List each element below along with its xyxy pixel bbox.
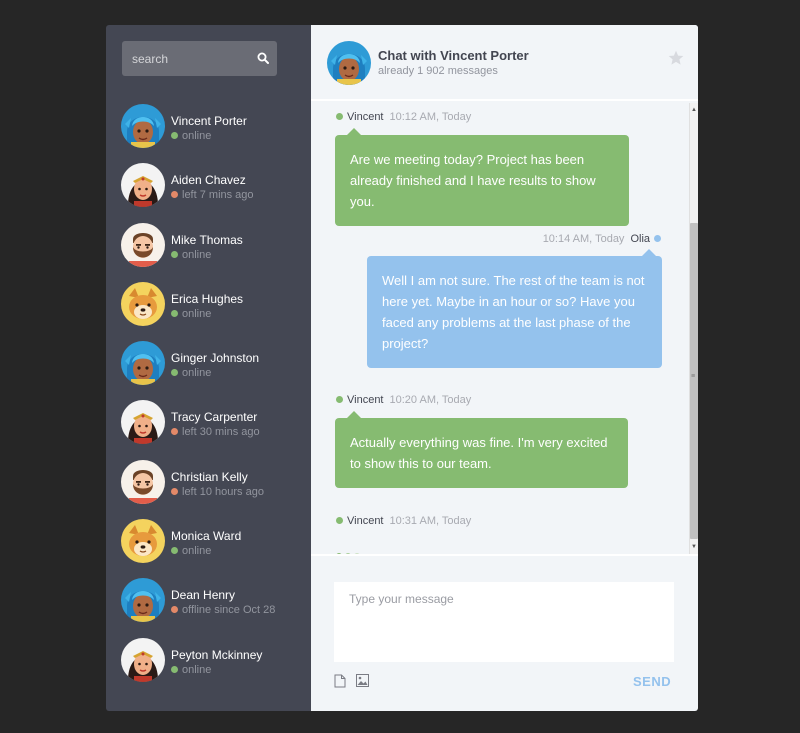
message-time: 10:20 AM, Today	[389, 394, 472, 406]
contact-item[interactable]: Monica Ward online	[106, 519, 311, 578]
contact-status: online	[171, 130, 211, 142]
contact-name: Peyton Mckinney	[171, 647, 263, 662]
status-dot	[654, 235, 661, 242]
contact-status-text: online	[182, 130, 212, 142]
contact-name: Erica Hughes	[171, 291, 244, 306]
status-dot	[171, 132, 178, 139]
contact-name: Aiden Chavez	[171, 173, 246, 188]
file-icon[interactable]	[334, 674, 346, 688]
contact-item[interactable]: Vincent Porter online	[106, 104, 311, 163]
send-button[interactable]: SEND	[633, 674, 671, 689]
contact-name: Christian Kelly	[171, 469, 248, 484]
contact-status-text: left 30 mins ago	[182, 426, 260, 439]
contact-status-text: online	[182, 663, 212, 676]
avatar	[121, 519, 165, 563]
status-dot	[171, 250, 178, 258]
contact-item[interactable]: Peyton Mckinney online	[106, 638, 311, 697]
avatar	[121, 460, 165, 504]
contact-status: left 7 mins ago	[171, 189, 254, 201]
contact-status: left 30 mins ago	[171, 426, 260, 438]
star-icon[interactable]	[668, 50, 684, 66]
online-dot	[336, 517, 343, 524]
message-time: 10:12 AM, Today	[389, 111, 472, 123]
status-dot	[171, 487, 178, 495]
online-dot	[336, 113, 343, 120]
status-dot	[171, 191, 178, 199]
chat-history[interactable]: Vincent 10:12 AM, Today Are we meeting to…	[311, 103, 687, 554]
avatar	[121, 223, 165, 267]
contact-name: Vincent Porter	[171, 114, 247, 128]
message-bubble: Actually everything was fine. I'm very e…	[335, 411, 628, 488]
typing-indicator	[336, 546, 363, 554]
contact-name: Mike Thomas	[171, 232, 243, 247]
contact-status-text: online	[182, 307, 212, 320]
avatar	[121, 104, 165, 148]
status-dot	[171, 369, 178, 377]
avatar	[121, 341, 165, 385]
contact-item[interactable]: Christian Kelly left 10 hours ago	[106, 460, 311, 519]
status-dot	[171, 665, 178, 673]
chat-title: Chat with Vincent Porter	[378, 48, 529, 63]
contact-status: left 10 hours ago	[171, 486, 264, 498]
contact-item[interactable]: Dean Henry offline since Oct 28	[106, 578, 311, 637]
contact-status-text: online	[182, 367, 212, 380]
contact-name: Monica Ward	[171, 529, 242, 544]
contact-item[interactable]: Erica Hughes online	[106, 282, 311, 341]
contact-status-text: offline since Oct 28	[182, 604, 276, 617]
message-count: already 1 902 messages	[378, 65, 498, 77]
search-icon[interactable]	[257, 52, 269, 64]
online-dot	[336, 396, 343, 403]
contact-status-text: online	[182, 545, 212, 558]
status-dot	[171, 428, 178, 436]
status-dot	[171, 606, 178, 614]
contact-item[interactable]: Mike Thomas online	[106, 223, 311, 282]
search-input[interactable]	[122, 41, 252, 76]
message-input[interactable]	[334, 582, 674, 662]
image-icon[interactable]	[356, 674, 369, 687]
message-bubble: Are we meeting today? Project has been a…	[335, 128, 629, 226]
avatar	[121, 638, 165, 682]
message-bubble: Well I am not sure. The rest of the team…	[367, 249, 662, 368]
chat-header: Chat with Vincent Porter already 1 902 m…	[311, 25, 698, 101]
scroll-thumb[interactable]: ≡	[690, 223, 698, 539]
message-time: 10:31 AM, Today	[389, 515, 472, 527]
contact-name: Ginger Johnston	[171, 351, 260, 366]
avatar	[121, 163, 165, 207]
message-time: 10:14 AM, Today	[542, 233, 625, 245]
grip-icon: ≡	[691, 373, 696, 380]
contact-status: online	[171, 664, 211, 676]
contact-item[interactable]: Tracy Carpenter left 30 mins ago	[106, 400, 311, 459]
contact-status: online	[171, 249, 211, 261]
avatar	[121, 400, 165, 444]
search-box	[122, 41, 277, 76]
contact-item[interactable]: Aiden Chavez left 7 mins ago	[106, 163, 311, 222]
contact-status: offline since Oct 28	[171, 604, 275, 616]
contact-name: Dean Henry	[171, 588, 236, 603]
chat-app: Vincent Porter online Aiden Chavezleft 7 m…	[106, 25, 698, 711]
people-list: Vincent Porter online Aiden Chavez left 7 m…	[106, 104, 311, 697]
contact-status-text: left 10 hours ago	[182, 485, 264, 498]
chat-composer: SEND	[311, 554, 698, 711]
status-dot	[171, 547, 178, 555]
contact-name: Tracy Carpenter	[171, 410, 258, 425]
contact-status-text: online	[182, 248, 212, 261]
message-author: Vincent	[347, 515, 384, 527]
avatar	[121, 282, 165, 326]
chat-scrollbar[interactable]: ▲ ≡ ▼	[689, 103, 698, 554]
people-sidebar: Vincent Porter online Aiden Chavezleft 7 m…	[106, 25, 311, 711]
contact-status: online	[171, 367, 211, 379]
scroll-down-arrow-icon[interactable]: ▼	[691, 544, 697, 550]
contact-item[interactable]: Ginger Johnston online	[106, 341, 311, 400]
contact-status-text: left 7 mins ago	[182, 189, 254, 202]
status-dot	[171, 309, 178, 317]
chat-panel: Chat with Vincent Porter already 1 902 m…	[311, 25, 698, 711]
scroll-up-arrow-icon[interactable]: ▲	[691, 107, 697, 113]
avatar	[121, 578, 165, 622]
contact-status: online	[171, 308, 211, 320]
message-meta: Vincent 10:31 AM, Today	[336, 515, 471, 527]
contact-status: online	[171, 545, 211, 557]
avatar	[327, 41, 371, 85]
